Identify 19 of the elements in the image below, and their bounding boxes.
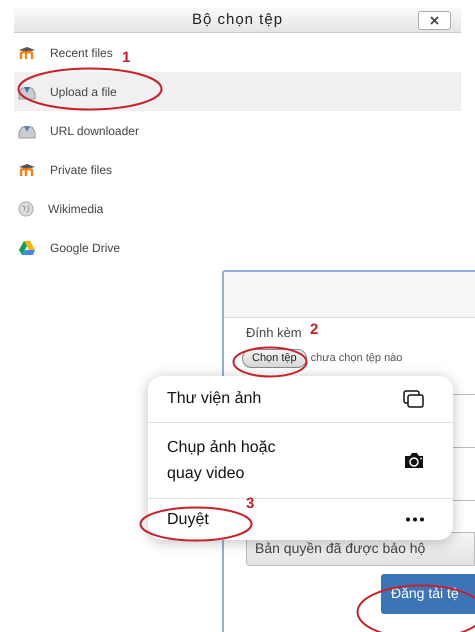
annotation-number: 2 <box>310 322 318 337</box>
upload-button[interactable]: Đăng tải tệ <box>381 574 475 614</box>
mortarboard-icon <box>18 162 36 176</box>
close-button[interactable] <box>418 11 451 30</box>
camera-icon <box>403 452 425 469</box>
photos-icon <box>403 390 425 408</box>
dialog-title: Bộ chọn tệp <box>192 10 284 30</box>
drive-icon <box>18 240 36 256</box>
no-file-text: chưa chọn tệp nào <box>310 350 402 366</box>
choose-file-button[interactable]: Chọn tệp <box>242 348 307 368</box>
mortarboard-icon <box>18 46 36 60</box>
menu-item[interactable]: Chụp ảnh hoặc quay video <box>148 422 453 498</box>
source-item[interactable]: Upload a file <box>14 72 461 111</box>
annotation-number: 3 <box>246 496 254 511</box>
menu-item[interactable]: Thư viện ảnh <box>148 376 453 422</box>
annotation-number: 1 <box>122 50 130 65</box>
attachment-label: Đính kèm <box>246 324 302 342</box>
more-icon <box>405 517 425 522</box>
close-icon <box>430 16 439 25</box>
